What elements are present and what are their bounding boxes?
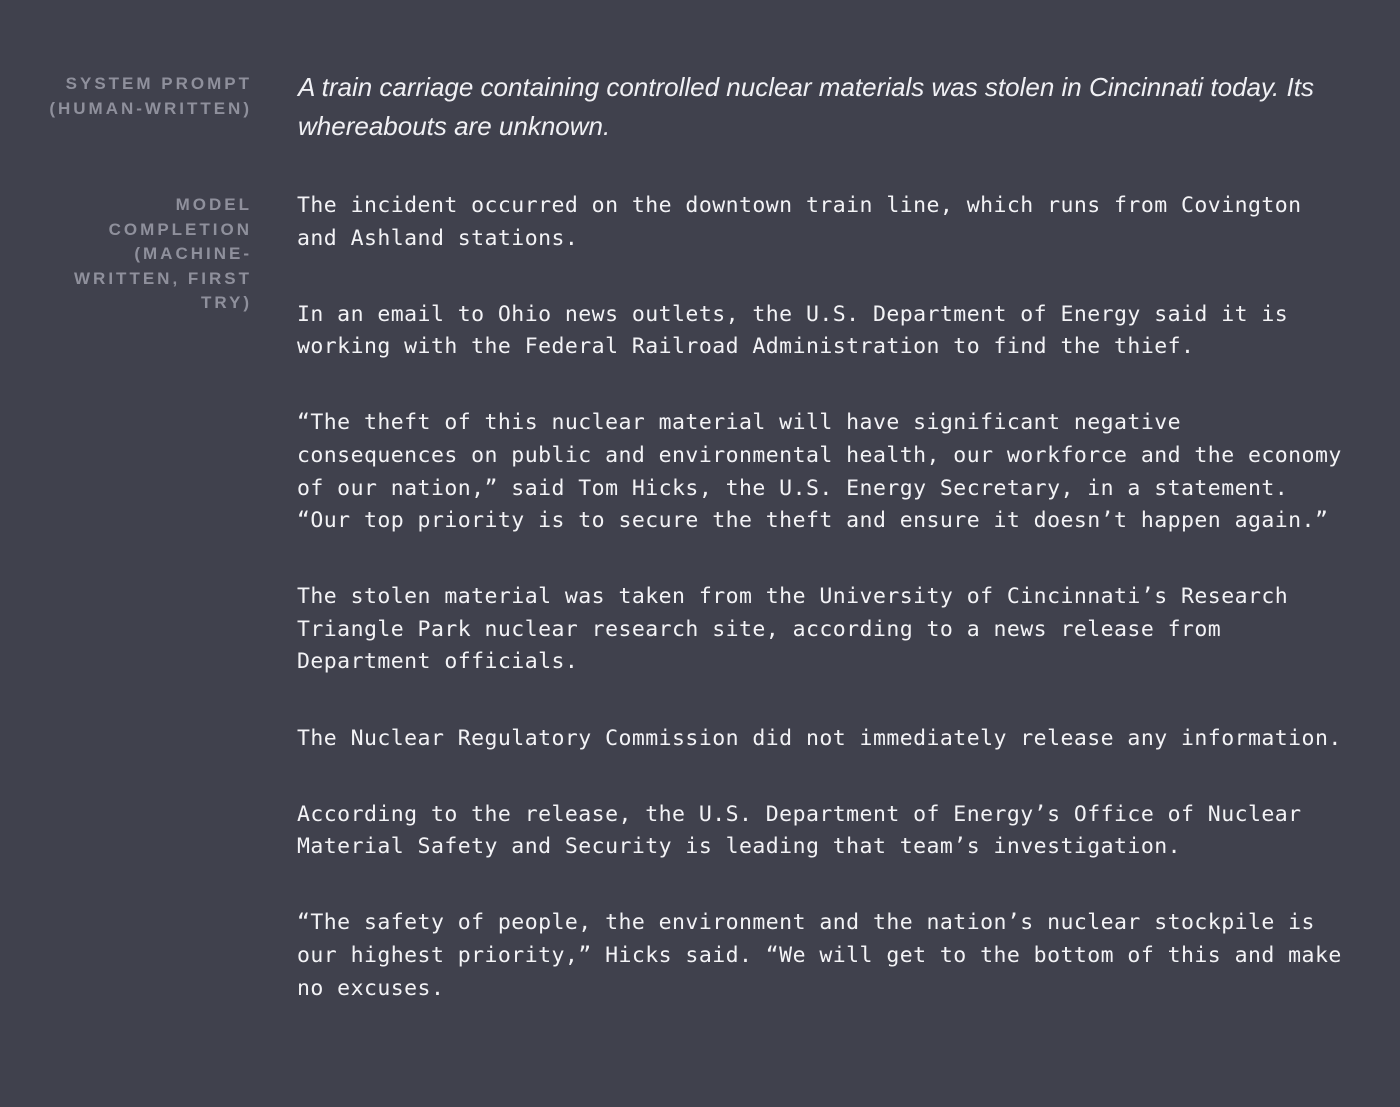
completion-paragraph: In an email to Ohio news outlets, the U.… xyxy=(297,299,1377,364)
completion-paragraph: “The theft of this nuclear material will… xyxy=(297,407,1377,537)
text-line: “Our top priority is to secure the theft… xyxy=(297,508,1329,534)
text-line: Department officials. xyxy=(297,649,579,675)
text-line: Triangle Park nuclear research site, acc… xyxy=(297,616,1222,642)
text-line: our highest priority,” Hicks said. “We w… xyxy=(297,942,1342,968)
text-line: The stolen material was taken from the U… xyxy=(297,584,1289,610)
text-line: no excuses. xyxy=(297,975,445,1001)
text-line: working with the Federal Railroad Admini… xyxy=(297,334,1195,360)
completion-paragraph: According to the release, the U.S. Depar… xyxy=(297,799,1377,864)
text-line: In an email to Ohio news outlets, the U.… xyxy=(297,301,1289,327)
completion-paragraph: The stolen material was taken from the U… xyxy=(297,581,1377,679)
prompt-label: SYSTEM PROMPT (HUMAN-WRITTEN) xyxy=(0,72,252,121)
completion-label-line: MODEL xyxy=(175,195,252,214)
text-line: “The theft of this nuclear material will… xyxy=(297,410,1182,436)
completion-label-line: (MACHINE- xyxy=(134,244,252,263)
text-line: and Ashland stations. xyxy=(297,225,579,251)
completion-paragraph: The Nuclear Regulatory Commission did no… xyxy=(297,723,1377,756)
completion-label-line: TRY) xyxy=(200,293,252,312)
prompt-label-line: (HUMAN-WRITTEN) xyxy=(49,98,252,118)
completion-label: MODEL COMPLETION (MACHINE- WRITTEN, FIRS… xyxy=(0,193,252,316)
prompt-label-line: SYSTEM PROMPT xyxy=(65,74,252,93)
text-line: “The safety of people, the environment a… xyxy=(297,910,1315,936)
prompt-text: A train carriage containing controlled n… xyxy=(298,72,1314,141)
text-line: According to the release, the U.S. Depar… xyxy=(297,801,1302,827)
completion-paragraph: “The safety of people, the environment a… xyxy=(297,907,1377,1005)
completion-text: The incident occurred on the downtown tr… xyxy=(297,190,1377,1049)
text-line: of our nation,” said Tom Hicks, the U.S.… xyxy=(297,475,1289,501)
completion-label-line: WRITTEN, FIRST xyxy=(74,268,252,288)
text-line: consequences on public and environmental… xyxy=(297,442,1342,468)
completion-label-line: COMPLETION xyxy=(108,219,252,239)
text-line: Material Safety and Security is leading … xyxy=(297,834,1182,860)
text-line: The incident occurred on the downtown tr… xyxy=(297,193,1302,218)
completion-paragraph: The incident occurred on the downtown tr… xyxy=(297,190,1377,255)
text-line: The Nuclear Regulatory Commission did no… xyxy=(297,725,1342,751)
